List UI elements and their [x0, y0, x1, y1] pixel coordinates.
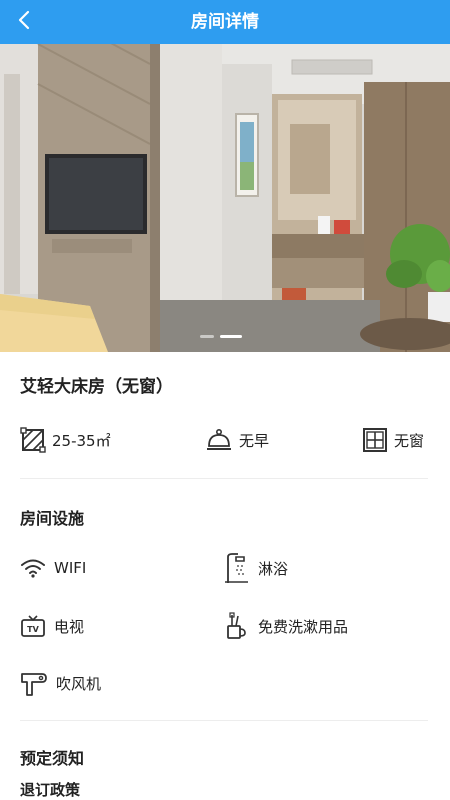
wifi-icon [21, 559, 45, 578]
facility-label: 电视 [54, 617, 85, 636]
area-icon [20, 427, 46, 453]
facility-shower: 淋浴 [224, 553, 288, 583]
carousel-dot[interactable] [200, 335, 214, 338]
room-breakfast-label: 无早 [239, 431, 270, 450]
window-icon [363, 428, 387, 452]
page-title: 房间详情 [191, 12, 259, 32]
room-photo [0, 44, 450, 352]
facility-label: 吹风机 [56, 674, 102, 693]
divider [20, 720, 428, 721]
facility-wifi: WIFI [20, 553, 86, 583]
facility-label: 淋浴 [258, 559, 289, 578]
facility-toiletries: 免费洗漱用品 [224, 611, 348, 641]
facility-label: 免费洗漱用品 [258, 617, 349, 636]
breakfast-bell-icon [207, 428, 231, 450]
room-breakfast: 无早 [205, 424, 269, 456]
room-photo-carousel[interactable] [0, 44, 450, 352]
carousel-indicator [200, 335, 242, 339]
facility-label: WIFI [54, 559, 87, 577]
room-area: 25-35㎡ [20, 424, 111, 456]
room-name: 艾轻大床房（无窗） [20, 377, 173, 397]
top-nav-bar: 房间详情 [0, 0, 450, 44]
room-window-label: 无窗 [394, 431, 425, 450]
hair-dryer-icon [21, 673, 47, 696]
facility-hair-dryer: 吹风机 [20, 668, 101, 698]
facilities-title: 房间设施 [20, 509, 85, 528]
shower-icon [225, 553, 248, 583]
facility-tv: TV 电视 [20, 611, 84, 641]
cancellation-policy-title[interactable]: 退订政策 [20, 779, 80, 800]
room-window: 无窗 [362, 424, 424, 456]
divider [20, 478, 428, 479]
room-area-label: 25-35㎡ [52, 431, 111, 450]
carousel-dot-active[interactable] [220, 335, 242, 338]
tv-icon: TV [21, 615, 45, 637]
booking-notice-title: 预定须知 [20, 749, 85, 768]
svg-text:TV: TV [27, 625, 39, 634]
toiletries-icon [227, 612, 246, 639]
